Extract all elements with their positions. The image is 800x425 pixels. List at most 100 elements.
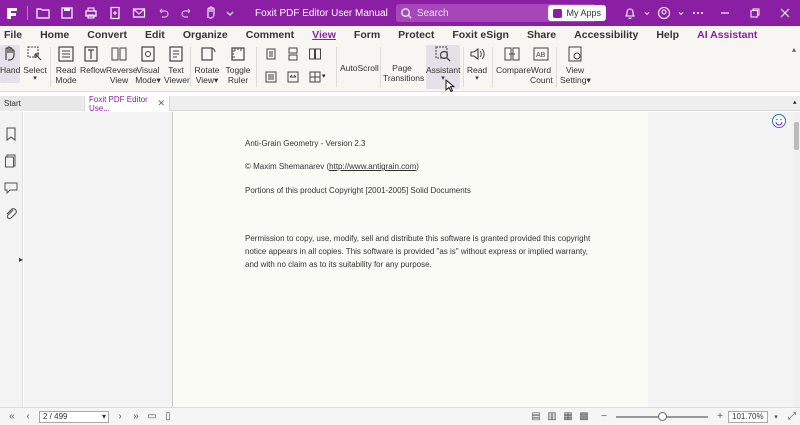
expand-panel-icon[interactable]: ▸ [19, 255, 23, 264]
menu-ai-assistant[interactable]: AI Assistant [688, 29, 766, 41]
search-placeholder: Search [416, 7, 449, 19]
redo-icon[interactable] [175, 0, 199, 26]
print-icon[interactable] [79, 0, 103, 26]
page-number-input[interactable]: 2 / 499 ▾ [39, 410, 109, 423]
menu-form[interactable]: Form [345, 29, 389, 41]
chevron-down-icon[interactable]: ▾ [322, 72, 326, 80]
read-button[interactable]: Read ▾ [466, 45, 488, 82]
menu-organize[interactable]: Organize [174, 29, 237, 41]
doc-copyright-prefix: © Maxim Shemanarev ( [245, 162, 330, 171]
zoom-slider-handle[interactable] [658, 411, 667, 421]
zoom-level-input[interactable]: 101.70% [728, 410, 768, 423]
previous-page-icon[interactable]: ‹ [20, 410, 36, 424]
view-setting-button[interactable]: View Setting▾ [560, 45, 591, 85]
read-mode-button[interactable]: Read Mode [54, 45, 78, 85]
menu-help[interactable]: Help [647, 29, 688, 41]
create-pdf-icon[interactable] [103, 0, 127, 26]
antigrain-link[interactable]: http://www.antigrain.com [329, 162, 416, 171]
continuous-page-icon[interactable] [286, 47, 300, 61]
bookmark-icon[interactable] [3, 126, 19, 142]
visual-mode-icon [141, 46, 155, 62]
zoom-slider[interactable] [616, 411, 708, 421]
undo-icon[interactable] [151, 0, 175, 26]
compare-label: Compare [496, 65, 531, 75]
chevron-down-icon[interactable] [676, 0, 686, 26]
text-viewer-icon [169, 46, 183, 62]
tab-start[interactable]: Start [0, 96, 82, 111]
chevron-down-icon[interactable] [223, 0, 237, 26]
menu-bar: File Home Convert Edit Organize Comment … [0, 26, 800, 43]
zoom-in-icon[interactable]: + [712, 410, 728, 424]
hand-button[interactable]: Hand [0, 45, 20, 83]
ai-assistant-icon[interactable] [771, 113, 787, 129]
hand-tool-icon[interactable] [199, 0, 223, 26]
pages-icon[interactable] [3, 153, 19, 169]
bell-icon[interactable] [618, 0, 642, 26]
chevron-down-icon[interactable]: ▾ [768, 410, 784, 424]
close-tab-icon[interactable]: ✕ [157, 98, 165, 109]
menu-share[interactable]: Share [518, 29, 565, 41]
comments-icon[interactable] [3, 179, 19, 195]
facing-view-icon[interactable]: ▦ [560, 410, 576, 424]
menu-edit[interactable]: Edit [136, 29, 174, 41]
restore-icon[interactable] [740, 0, 770, 26]
page-layout-icon[interactable] [308, 70, 322, 84]
minimize-icon[interactable] [710, 0, 740, 26]
menu-foxit-esign[interactable]: Foxit eSign [443, 29, 518, 41]
visual-mode-button[interactable]: Visual Mode▾ [134, 45, 162, 85]
my-apps-button[interactable]: My Apps [548, 5, 606, 21]
split-view-icon[interactable]: ▯ [160, 410, 176, 424]
page-transitions-button[interactable]: Page Transitions [383, 63, 424, 83]
menu-accessibility[interactable]: Accessibility [565, 29, 647, 41]
zoom-out-icon[interactable]: − [596, 410, 612, 424]
toggle-ruler-button[interactable]: Toggle Ruler [225, 45, 251, 85]
page-thumbnail-icon[interactable]: ▭ [144, 410, 160, 424]
last-page-icon[interactable]: » [128, 410, 144, 424]
rotate-view-button[interactable]: Rotate View▾ [194, 45, 220, 85]
select-button[interactable]: Select ▾ [23, 45, 47, 82]
continuous-facing-view-icon[interactable]: ▩ [576, 410, 592, 424]
vertical-scrollbar[interactable]: ▴ [793, 99, 800, 407]
toggle-ruler-label-2: Ruler [227, 75, 249, 85]
fit-view-icon[interactable]: ⤢ [784, 410, 800, 424]
close-icon[interactable] [770, 0, 800, 26]
hand-icon [5, 46, 15, 61]
menu-file[interactable]: File [0, 29, 31, 41]
tab-bar: Start Foxit PDF Editor Use... ✕ [0, 95, 800, 113]
reverse-view-button[interactable]: Reverse View [106, 45, 138, 85]
menu-comment[interactable]: Comment [237, 29, 303, 41]
open-folder-icon[interactable] [31, 0, 55, 26]
word-count-button[interactable]: AB Word Count [530, 45, 553, 85]
email-icon[interactable] [127, 0, 151, 26]
reflow-button[interactable]: Reflow [80, 45, 106, 75]
fit-width-icon[interactable] [286, 70, 300, 84]
save-icon[interactable] [55, 0, 79, 26]
single-page-icon[interactable] [264, 47, 278, 61]
account-icon[interactable] [652, 0, 676, 26]
attachment-icon[interactable] [3, 206, 19, 222]
autoscroll-button[interactable]: AutoScroll [340, 63, 379, 73]
tab-document[interactable]: Foxit PDF Editor Use... ✕ [84, 95, 170, 113]
menu-protect[interactable]: Protect [389, 29, 443, 41]
single-page-view-icon[interactable]: ▤ [528, 410, 544, 424]
menu-convert[interactable]: Convert [78, 29, 136, 41]
search-icon [401, 7, 412, 19]
fit-page-icon[interactable] [264, 70, 278, 84]
divider [380, 47, 381, 87]
more-icon[interactable] [686, 0, 710, 26]
chevron-down-icon[interactable]: ▾ [102, 412, 106, 421]
menu-home[interactable]: Home [31, 29, 78, 41]
first-page-icon[interactable]: « [4, 410, 20, 424]
ruler-icon [231, 47, 245, 61]
two-page-icon[interactable] [308, 47, 322, 61]
compare-button[interactable]: Compare [496, 45, 531, 75]
collapse-ribbon-icon[interactable]: ▴ [792, 45, 796, 54]
tab-start-label: Start [4, 99, 21, 108]
chevron-down-icon[interactable] [642, 0, 652, 26]
continuous-view-icon[interactable]: ▥ [544, 410, 560, 424]
scroll-up-icon[interactable]: ▴ [793, 98, 797, 106]
scroll-thumb[interactable] [794, 122, 799, 150]
next-page-icon[interactable]: › [112, 410, 128, 424]
menu-view[interactable]: View [303, 29, 345, 41]
text-viewer-button[interactable]: Text Viewer [164, 45, 190, 85]
